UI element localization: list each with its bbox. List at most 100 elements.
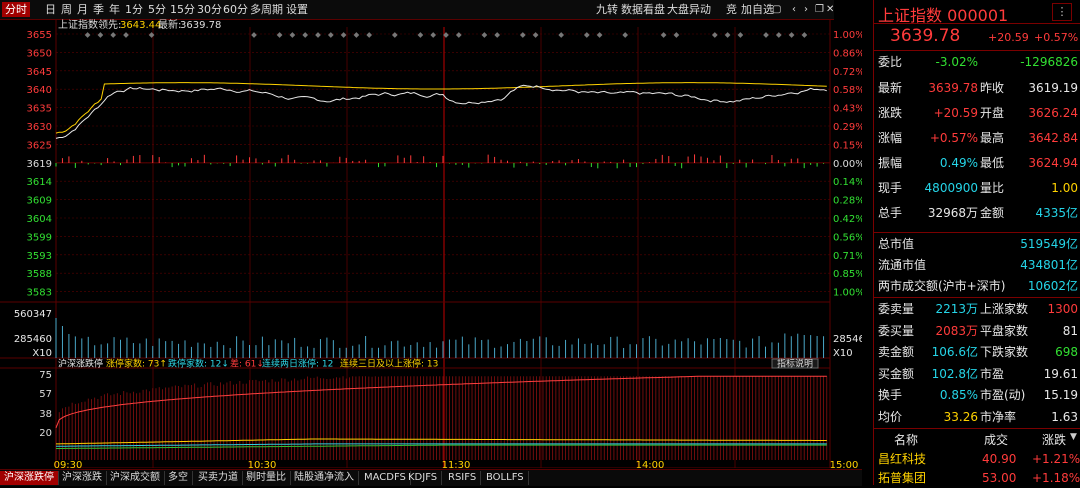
pct-tick: 0.72%: [833, 67, 862, 78]
quote-value-2: 81: [1062, 323, 1078, 338]
quote-row: 涨跌 +20.59 开盘 3626.24: [878, 103, 1079, 123]
quote-row: 卖金额 106.6亿 下跌家数 698: [878, 342, 1079, 362]
quote-value: 102.8亿: [931, 366, 978, 381]
limit-tick: 75: [39, 370, 52, 381]
list-header: 名称: [894, 433, 919, 447]
indicator-tab-9[interactable]: RSIFS: [444, 471, 482, 485]
quote-value: -3.02%: [935, 55, 978, 69]
intraday-chart-svg: 3655 1.00% 3650 0.86% 3645 0.72% 3640 0.58% 3635…: [0, 18, 871, 471]
legend-latest-value: 3639.78: [180, 20, 221, 31]
signal-marker: [622, 32, 629, 38]
time-tick: 15:00: [830, 460, 859, 468]
quote-row: 买金额 102.8亿 市盈 19.61: [878, 364, 1079, 384]
indicator-tab-8[interactable]: KDJFS: [404, 471, 443, 485]
quote-value-2: 3619.19: [1028, 81, 1078, 95]
toolbar-right-4[interactable]: 加自选: [741, 2, 774, 17]
signal-marker: [775, 32, 782, 38]
toolbar-right-0[interactable]: 九转: [596, 2, 618, 17]
signal-marker: [289, 32, 296, 38]
limit-tick: 57: [39, 389, 52, 400]
period-tab-7[interactable]: 5分: [145, 2, 169, 17]
period-tab-6[interactable]: 1分: [122, 2, 146, 17]
vol-unit-right: X10: [833, 348, 853, 359]
period-tab-12[interactable]: 设置: [283, 2, 311, 17]
price-tick: 3640: [27, 85, 52, 96]
quote-row: 涨幅 +0.57% 最高 3642.84: [878, 128, 1079, 148]
signal-marker: [763, 32, 769, 38]
lock-icon[interactable]: ▢: [772, 2, 781, 17]
quote-value: 2213万: [935, 302, 978, 316]
indicator-tab-10[interactable]: BOLLFS: [482, 471, 529, 485]
signal-marker: [276, 32, 283, 38]
signal-marker: [97, 32, 104, 38]
sort-desc-icon[interactable]: ▼: [1070, 432, 1077, 442]
toolbar-right-2[interactable]: 大盘异动: [667, 2, 711, 17]
quote-row: 总手 32968万 金额 4335亿: [878, 203, 1079, 223]
two-day-label: 连续两日涨停: 12: [262, 358, 333, 370]
pct-tick: 0.28%: [833, 196, 862, 207]
vol-tick: 560347: [14, 309, 52, 320]
signal-marker: [660, 32, 667, 38]
quote-panel: 上证指数 000001 ⋮ 3639.78 +20.59 +0.57% 委比 -3…: [873, 0, 1080, 485]
price-tick: 3604: [27, 214, 52, 225]
panel-more-button[interactable]: ⋮: [1052, 3, 1072, 21]
signal-marker: [583, 32, 590, 38]
limit-tick: 38: [39, 409, 52, 420]
quote-value-2: 1.63: [1051, 409, 1078, 424]
quote-value-2: 3642.84: [1028, 131, 1078, 145]
period-tab-2[interactable]: 周: [58, 2, 75, 17]
quote-value-2: 1.00: [1051, 181, 1078, 195]
quote-value-2: 19.61: [1043, 366, 1078, 381]
list-item[interactable]: 拓普集团 53.00 +1.18%: [874, 468, 1080, 488]
signal-marker: [532, 32, 539, 38]
signal-marker: [519, 32, 526, 38]
quote-value-2: -1296826: [1020, 55, 1078, 69]
indicator-tab-5[interactable]: 剔时量比: [242, 471, 291, 485]
pct-tick: 0.71%: [833, 251, 862, 262]
signal-marker: [737, 32, 744, 38]
legend-latest-label: 最新:: [158, 19, 181, 31]
stock-name: 拓普集团: [878, 471, 927, 485]
period-tab-3[interactable]: 月: [74, 2, 91, 17]
list-item[interactable]: 昌红科技 40.90 +1.21%: [874, 449, 1080, 469]
pct-tick: 0.43%: [833, 104, 862, 115]
legend-title: 上证指数: [58, 19, 98, 31]
market-value: 10602亿: [1027, 279, 1078, 293]
indicator-tab-3[interactable]: 多空: [164, 471, 193, 485]
quote-row: 振幅 0.49% 最低 3624.94: [878, 153, 1079, 173]
back-icon[interactable]: ‹: [792, 2, 796, 17]
market-row: 流通市值 434801亿: [878, 255, 1079, 275]
quote-value: +0.57%: [929, 131, 978, 145]
signal-marker: [110, 32, 117, 38]
market-label: 总市值: [878, 237, 915, 251]
quote-row: 委比 -3.02% -1296826: [878, 52, 1079, 72]
stock-name: 昌红科技: [878, 452, 927, 466]
three-day-label: 连续三日及以上涨停: 13: [340, 358, 438, 370]
toolbar-right-3[interactable]: 竞: [726, 2, 737, 17]
indicator-tab-4[interactable]: 买卖力道: [194, 471, 243, 485]
menu-icon: ⋮: [1056, 5, 1068, 18]
two-day-line: [56, 438, 827, 445]
period-tab-1[interactable]: 日: [42, 2, 59, 17]
indicator-tab-1[interactable]: 沪深涨跌: [58, 471, 107, 485]
period-tab-0[interactable]: 分时: [2, 2, 30, 17]
indicator-tab-2[interactable]: 沪深成交额: [106, 471, 165, 485]
indicator-tab-6[interactable]: 陆股通净流入: [290, 471, 359, 485]
close-icon[interactable]: ✕: [826, 2, 834, 17]
signal-marker: [327, 32, 334, 38]
limit-down-label: 跌停家数: 12↓: [168, 358, 229, 370]
period-tab-11[interactable]: 多周期: [247, 2, 286, 17]
time-tick: 10:30: [248, 460, 277, 468]
forward-icon[interactable]: ›: [804, 2, 808, 17]
pct-tick: 0.29%: [833, 122, 862, 133]
indicator-tab-0[interactable]: 沪深涨跌停: [0, 471, 59, 485]
signal-marker: [366, 32, 373, 38]
toolbar-right-1[interactable]: 数据看盘: [621, 2, 665, 17]
price-tick: 3650: [27, 48, 52, 59]
period-tab-4[interactable]: 季: [90, 2, 107, 17]
pct-tick: 0.86%: [833, 48, 862, 59]
expand-icon[interactable]: ❐: [815, 2, 824, 17]
signal-marker: [340, 32, 347, 38]
intraday-chart[interactable]: 3655 1.00% 3650 0.86% 3645 0.72% 3640 0.58% 3635…: [0, 18, 871, 471]
period-tab-5[interactable]: 年: [106, 2, 123, 17]
